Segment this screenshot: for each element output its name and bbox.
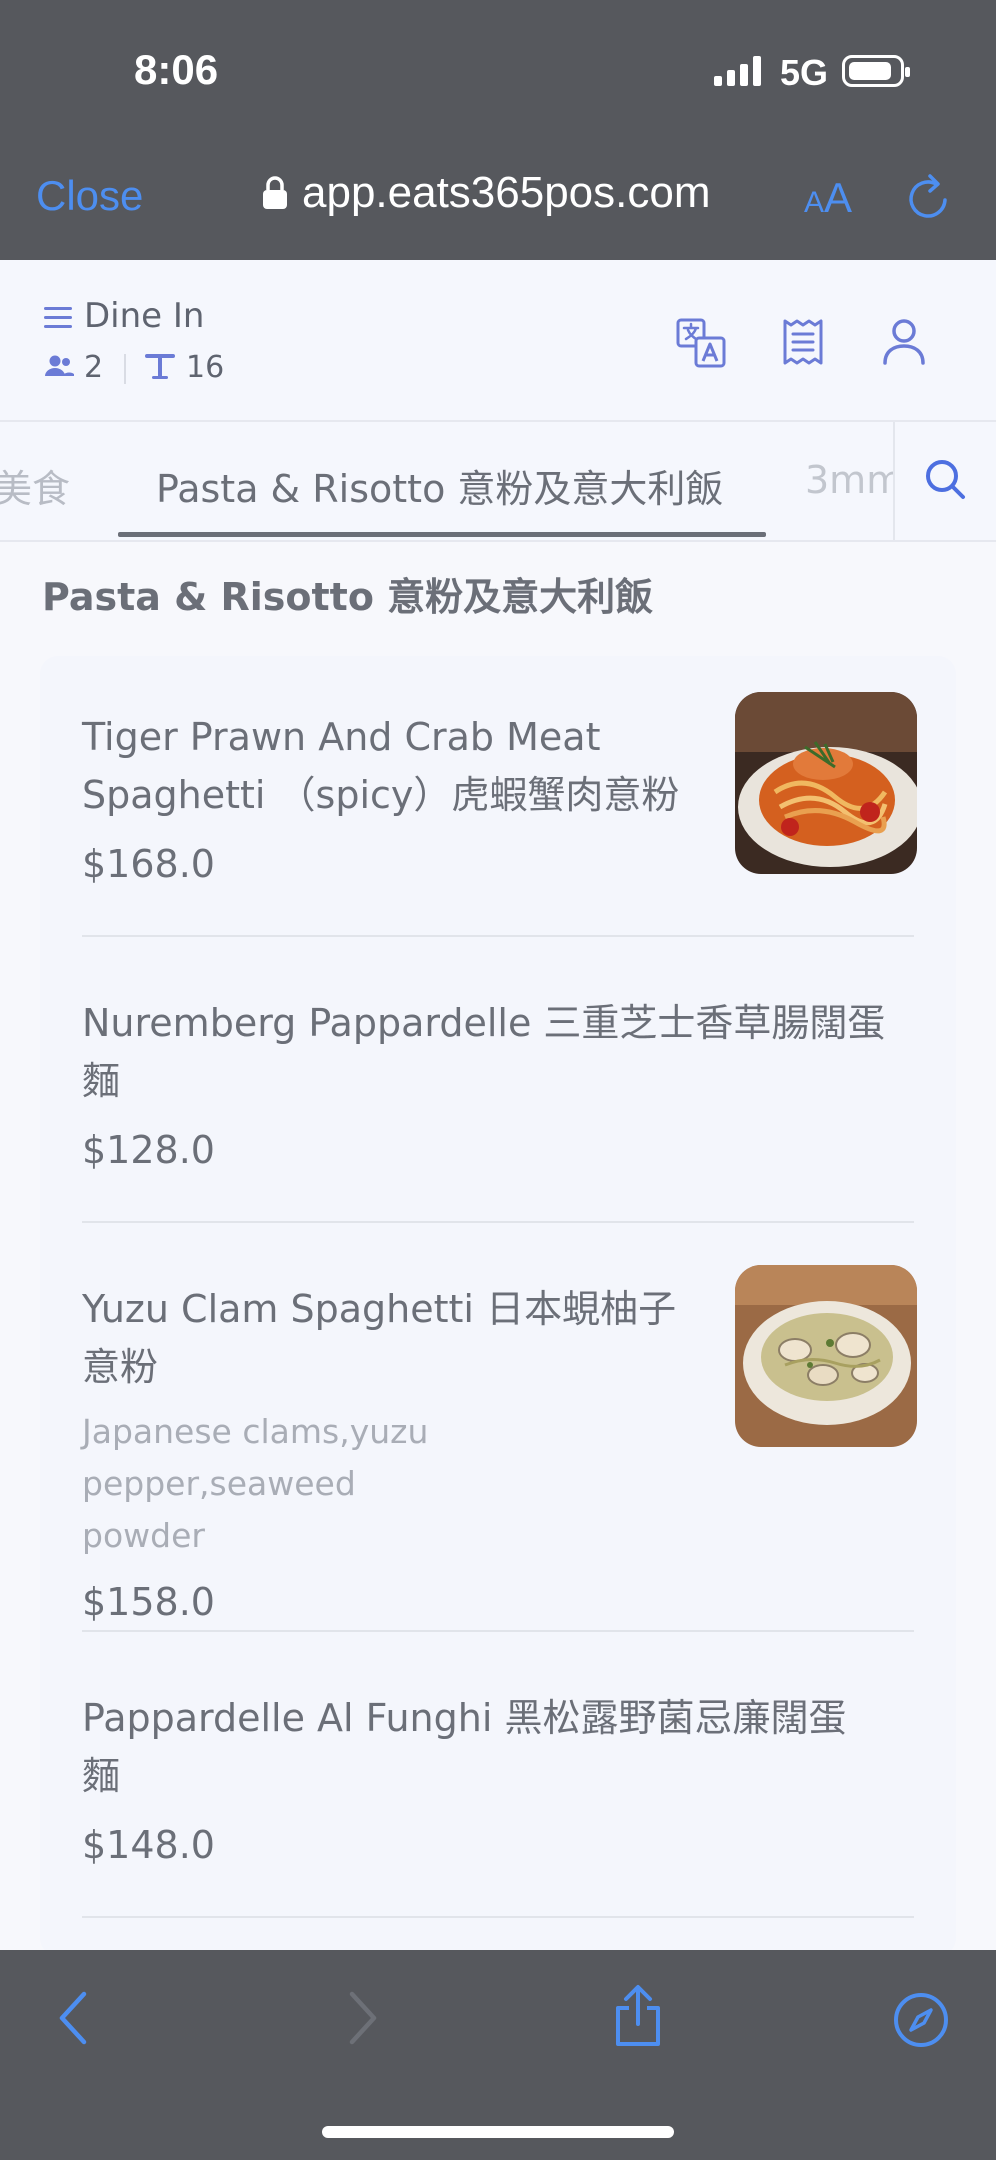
menu-icon[interactable]	[44, 306, 72, 330]
status-time: 8:06	[134, 46, 219, 93]
item-description: Japanese clams,yuzu pepper,seaweed powde…	[82, 1412, 429, 1555]
item-price: $168.0	[82, 842, 215, 886]
item-separator	[82, 935, 914, 937]
item-price: $128.0	[82, 1128, 215, 1172]
text-size-button[interactable]: AA	[804, 174, 852, 222]
compass-icon[interactable]	[893, 1992, 949, 2048]
menu-item[interactable]: Nuremberg Pappardelle 三重芝士香草腸闊蛋 麵 $128.0	[82, 994, 914, 1172]
section-title: Pasta & Risotto 意粉及意大利飯	[42, 575, 654, 619]
item-photo-prawn-spaghetti[interactable]	[735, 692, 917, 874]
category-tabs: 美食 Pasta & Risotto 意粉及意大利飯 3mm	[0, 422, 996, 542]
item-separator	[82, 1916, 914, 1918]
item-name: Nuremberg Pappardelle 三重芝士香草腸闊蛋 麵	[82, 1001, 886, 1103]
reload-icon[interactable]	[906, 172, 950, 220]
home-indicator	[322, 2126, 674, 2138]
back-icon[interactable]	[56, 1990, 92, 2046]
item-price: $158.0	[82, 1580, 215, 1624]
battery-icon	[842, 55, 910, 87]
search-icon[interactable]	[924, 458, 966, 500]
address-bar[interactable]: app.eats365pos.com	[262, 168, 711, 218]
item-separator	[82, 1221, 914, 1223]
menu-item[interactable]: Pappardelle Al Funghi 黑松露野菌忌廉闊蛋 麵 $148.0	[82, 1689, 914, 1867]
header-divider	[124, 354, 126, 384]
guests-icon	[45, 355, 74, 376]
tab-previous-category[interactable]: 美食	[0, 458, 70, 513]
table-number: 16	[186, 350, 225, 385]
item-separator	[82, 1630, 914, 1632]
tab-pasta-risotto[interactable]: Pasta & Risotto 意粉及意大利飯	[156, 458, 723, 513]
url-text: app.eats365pos.com	[302, 168, 711, 217]
active-tab-underline	[118, 532, 766, 537]
lock-icon	[263, 176, 287, 209]
app-header	[0, 260, 996, 422]
browser-top-bar: 8:06 5G Close app.eats365pos.com AA	[0, 0, 996, 260]
item-price: $148.0	[82, 1823, 215, 1867]
network-label: 5G	[780, 52, 829, 93]
translate-icon[interactable]	[676, 318, 726, 368]
user-icon[interactable]	[882, 318, 926, 366]
item-photo-clam-spaghetti[interactable]	[735, 1265, 917, 1447]
close-button[interactable]: Close	[36, 172, 143, 220]
item-name: Pappardelle Al Funghi 黑松露野菌忌廉闊蛋 麵	[82, 1696, 847, 1798]
signal-icon	[714, 56, 761, 86]
table-icon	[145, 354, 175, 379]
item-name: Tiger Prawn And Crab Meat Spaghetti （spi…	[82, 715, 680, 817]
tab-next-category[interactable]: 3mm	[805, 458, 903, 502]
item-name: Yuzu Clam Spaghetti 日本蜆柚子 意粉	[82, 1287, 677, 1389]
menu-item[interactable]: Yuzu Clam Spaghetti 日本蜆柚子 意粉 Japanese cl…	[82, 1280, 702, 1624]
receipt-icon[interactable]	[782, 318, 824, 366]
share-icon[interactable]	[612, 1984, 664, 2048]
forward-icon[interactable]	[344, 1990, 380, 2046]
guest-count: 2	[84, 350, 104, 385]
menu-item[interactable]: Tiger Prawn And Crab Meat Spaghetti （spi…	[82, 708, 702, 886]
order-type-label[interactable]: Dine In	[84, 296, 204, 336]
